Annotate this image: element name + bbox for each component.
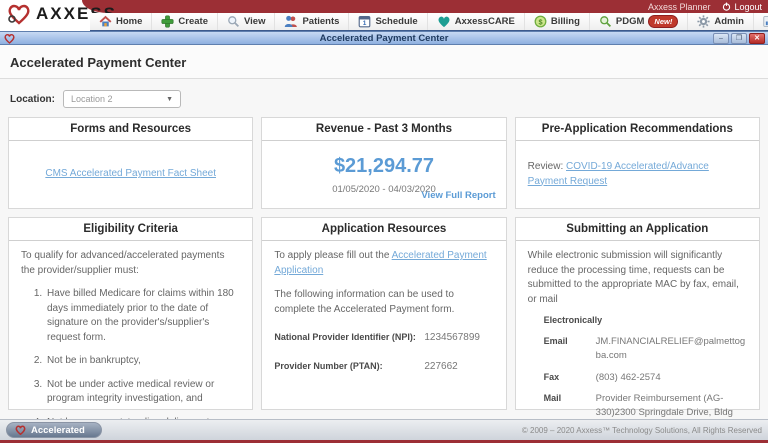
nav-item-reports[interactable]: Reports	[754, 13, 768, 30]
location-label: Location:	[10, 93, 55, 105]
revenue-title: Revenue - Past 3 Months	[262, 118, 506, 141]
logout-button[interactable]: Logout	[722, 2, 762, 12]
content-area: Accelerated Payment Center Location: Loc…	[0, 45, 768, 419]
forms-resources-title: Forms and Resources	[9, 118, 253, 141]
email-label: Email	[543, 336, 568, 347]
admin-gear-icon	[697, 15, 710, 28]
revenue-amount: $21,294.77	[333, 155, 435, 178]
pdgm-magnifier-icon	[600, 16, 611, 28]
page-title: Accelerated Payment Center	[0, 45, 768, 79]
nav-item-view[interactable]: View	[218, 13, 276, 30]
window-title: Accelerated Payment Center	[319, 32, 449, 44]
nav-item-pdgm[interactable]: PDGM New!	[590, 13, 689, 30]
eligibility-card: Eligibility Criteria To qualify for adva…	[8, 217, 254, 419]
submitting-application-card: Submitting an Application While electron…	[514, 217, 760, 418]
ptan-label: Provider Number (PTAN):	[274, 360, 383, 371]
fax-row: Fax (803) 462-2574	[544, 371, 747, 385]
application-resources-card: Application Resources To apply please fi…	[261, 217, 507, 410]
copyright-text: © 2009 – 2020 Axxess™ Technology Solutio…	[521, 425, 762, 435]
pre-application-card: Pre-Application Recommendations Review: …	[514, 117, 760, 209]
nav-item-billing[interactable]: $ Billing	[525, 13, 590, 30]
eligibility-item: Not be under active medical review or pr…	[45, 378, 240, 407]
svg-text:$: $	[538, 17, 542, 26]
application-info-text: The following information can be used to…	[274, 289, 455, 315]
taskbar-accelerated-button[interactable]: Accelerated	[6, 422, 102, 438]
reports-chart-icon	[763, 16, 768, 27]
eligibility-intro: To qualify for advanced/accelerated paym…	[21, 250, 225, 276]
mail-value: Provider Reimbursement (AG-330)2300 Spri…	[595, 393, 733, 419]
mail-label: Mail	[543, 393, 562, 404]
revenue-card: Revenue - Past 3 Months $21,294.77 01/05…	[261, 117, 507, 209]
submitting-application-title: Submitting an Application	[515, 218, 759, 241]
location-select[interactable]: Location 2 ▼	[63, 90, 181, 108]
app-header: Axxess Planner Logout AXXESS Home Create…	[0, 0, 768, 31]
svg-text:1: 1	[363, 20, 367, 27]
eligibility-title: Eligibility Criteria	[9, 218, 253, 241]
ptan-row: Provider Number (PTAN): 227662	[274, 360, 493, 375]
chevron-down-icon: ▼	[166, 95, 173, 103]
home-icon	[99, 15, 112, 27]
axxess-planner-link[interactable]: Axxess Planner	[648, 2, 711, 12]
nav-item-patients[interactable]: Patients	[275, 13, 350, 30]
fax-label: Fax	[543, 371, 560, 382]
power-icon	[723, 2, 731, 11]
eligibility-list: Have billed Medicare for claims within 1…	[45, 287, 240, 419]
ptan-value: 227662	[424, 360, 458, 372]
taskbar: Accelerated © 2009 – 2020 Axxess™ Techno…	[0, 419, 768, 440]
nav-item-create[interactable]: Create	[152, 13, 218, 30]
nav-item-admin[interactable]: Admin	[688, 13, 754, 30]
top-red-bar: Axxess Planner Logout	[82, 0, 768, 13]
email-row: Email JM.FINANCIALRELIEF@palmettogba.com	[544, 335, 747, 363]
npi-value: 1234567899	[424, 332, 480, 343]
nav-item-home[interactable]: Home	[90, 13, 153, 30]
apply-paragraph: To apply please fill out the Accelerated…	[274, 250, 487, 276]
eligibility-item: Have billed Medicare for claims within 1…	[45, 287, 240, 345]
heart-icon	[438, 16, 450, 28]
window-heart-icon	[4, 33, 15, 44]
cms-fact-sheet-link[interactable]: CMS Accelerated Payment Fact Sheet	[45, 167, 216, 182]
view-full-report-link[interactable]: View Full Report	[421, 189, 495, 203]
pre-application-title: Pre-Application Recommendations	[515, 118, 759, 141]
review-label: Review:	[527, 161, 564, 172]
mail-row: Mail Provider Reimbursement (AG-330)2300…	[544, 392, 747, 419]
nav-item-schedule[interactable]: 1 Schedule	[349, 13, 428, 30]
location-selected-value: Location 2	[71, 94, 113, 104]
nav-item-axxesscare[interactable]: AxxessCARE	[428, 13, 525, 30]
electronically-label: Electronically	[543, 315, 603, 325]
window-title-bar: Accelerated Payment Center – ❐ ✕	[0, 31, 768, 45]
main-nav: Home Create View Patients 1 Schedule Axx…	[90, 13, 768, 31]
npi-row: National Provider Identifier (NPI): 1234…	[274, 331, 493, 346]
close-button[interactable]: ✕	[749, 33, 765, 44]
minimize-button[interactable]: –	[713, 33, 729, 44]
view-magnifier-icon	[228, 16, 239, 28]
patients-icon	[285, 15, 298, 27]
pdgm-new-badge: New!	[648, 15, 679, 28]
axxess-heart-stethoscope-icon	[8, 4, 30, 25]
npi-label: National Provider Identifier (NPI):	[274, 332, 416, 342]
submit-contact-block: Electronically Email JM.FINANCIALRELIEF@…	[544, 314, 747, 419]
create-plus-icon	[161, 15, 174, 28]
fax-value: (803) 462-2574	[595, 371, 661, 383]
maximize-button[interactable]: ❐	[731, 33, 747, 44]
application-resources-title: Application Resources	[262, 218, 506, 241]
billing-icon: $	[534, 15, 547, 28]
forms-resources-card: Forms and Resources CMS Accelerated Paym…	[8, 117, 254, 209]
taskbar-heart-icon	[15, 425, 26, 435]
eligibility-item: Not be in bankruptcy,	[45, 354, 240, 369]
revenue-date-range: 01/05/2020 - 04/03/2020	[332, 184, 436, 196]
location-row: Location: Location 2 ▼	[0, 79, 768, 117]
submitting-intro: While electronic submission will signifi…	[527, 250, 739, 305]
email-value: JM.FINANCIALRELIEF@palmettogba.com	[595, 336, 746, 361]
schedule-calendar-icon: 1	[359, 16, 371, 28]
